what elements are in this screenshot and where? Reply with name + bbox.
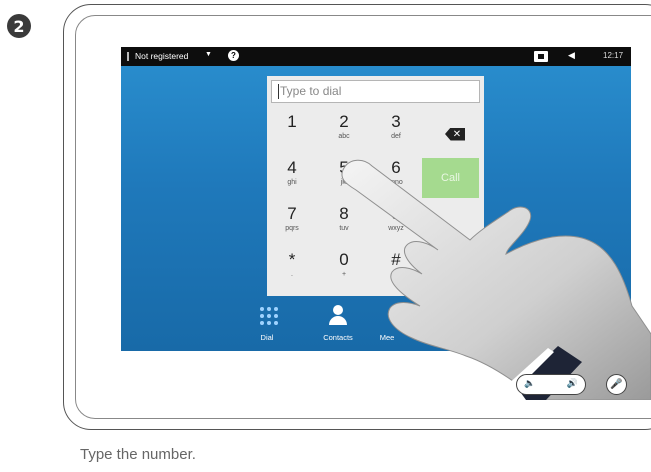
dial-key-letters: jkl bbox=[340, 179, 348, 186]
chevron-down-icon[interactable]: ▼ bbox=[205, 51, 212, 58]
dial-key[interactable]: 4 ghi bbox=[267, 152, 317, 197]
dial-key[interactable]: 1 bbox=[267, 106, 317, 151]
dial-key-letters: wxyz bbox=[388, 225, 404, 232]
dial-key-letters: pqrs bbox=[285, 225, 299, 232]
dial-grid-icon bbox=[260, 307, 278, 325]
speaker-icon[interactable]: ◀ bbox=[568, 50, 575, 61]
dial-key-digit: 0 bbox=[339, 250, 349, 269]
clock: 12:17 bbox=[603, 51, 624, 60]
dial-input[interactable]: Type to dial bbox=[271, 80, 480, 103]
dial-key[interactable]: 3 def bbox=[371, 106, 421, 151]
dial-key[interactable]: *. bbox=[267, 244, 317, 289]
call-button[interactable]: Call bbox=[422, 158, 479, 198]
dial-key[interactable]: 5 jkl bbox=[319, 152, 369, 197]
dial-key[interactable]: # bbox=[371, 244, 421, 289]
dial-key[interactable]: 0 + bbox=[319, 244, 369, 289]
mute-microphone-button[interactable]: 🎤 bbox=[606, 374, 627, 395]
dial-key-digit: 8 bbox=[339, 204, 349, 223]
contacts-icon bbox=[329, 305, 347, 327]
dial-key-letters: ghi bbox=[287, 179, 297, 186]
dial-key-digit: 1 bbox=[287, 112, 297, 131]
dial-key[interactable]: 7 pqrs bbox=[267, 198, 317, 243]
nav-dial-label: Dial bbox=[260, 333, 274, 342]
selfview-icon[interactable] bbox=[534, 51, 548, 62]
volume-control[interactable]: 🔈 🔊 bbox=[516, 374, 586, 395]
dial-key-letters: . bbox=[291, 271, 293, 278]
signal-indicator-icon bbox=[127, 52, 129, 61]
nav-meetings-label: Mee bbox=[379, 333, 395, 342]
dial-key[interactable]: 9 wxyz bbox=[371, 198, 421, 243]
dial-key-digit: 2 bbox=[339, 112, 349, 131]
dial-key-letters: def bbox=[391, 133, 401, 140]
dial-key-letters: mno bbox=[389, 179, 403, 186]
dial-key-letters: + bbox=[341, 271, 347, 278]
dial-key[interactable]: 8 tuv bbox=[319, 198, 369, 243]
dial-key-digit: 4 bbox=[287, 158, 297, 177]
backspace-icon: ✕ bbox=[445, 127, 465, 141]
dial-key[interactable]: 2 abc bbox=[319, 106, 369, 151]
dial-key-digit: 3 bbox=[391, 112, 401, 131]
touch-screen: Not registered ▼ ? ◀ 12:17 Type to dial … bbox=[121, 47, 631, 351]
dial-key-digit: 5 bbox=[339, 158, 349, 177]
help-icon[interactable]: ? bbox=[228, 50, 239, 61]
volume-down-icon[interactable]: 🔈 bbox=[524, 379, 535, 389]
backspace-button[interactable]: ✕ bbox=[430, 119, 480, 149]
dial-key-digit: 7 bbox=[287, 204, 297, 223]
dial-key-digit: # bbox=[391, 250, 401, 269]
dial-key[interactable]: 6 mno bbox=[371, 152, 421, 197]
dial-key-letters: tuv bbox=[339, 225, 349, 232]
dialpad: Type to dial 1 2 abc 3 def 4 ghi 5 jkl 6 mno 7 pqrs 8… bbox=[267, 76, 484, 296]
dial-key-digit: 6 bbox=[391, 158, 401, 177]
volume-up-icon[interactable]: 🔊 bbox=[567, 379, 578, 389]
step-number-badge: 2 bbox=[7, 14, 31, 38]
status-bar: Not registered ▼ ? ◀ 12:17 bbox=[121, 47, 631, 66]
dial-key-digit: * bbox=[288, 250, 296, 269]
registration-status[interactable]: Not registered bbox=[135, 51, 188, 61]
dial-key-letters: abc bbox=[338, 133, 350, 140]
instruction-caption: Type the number. bbox=[80, 446, 196, 463]
dial-key-digit: 9 bbox=[391, 204, 401, 223]
